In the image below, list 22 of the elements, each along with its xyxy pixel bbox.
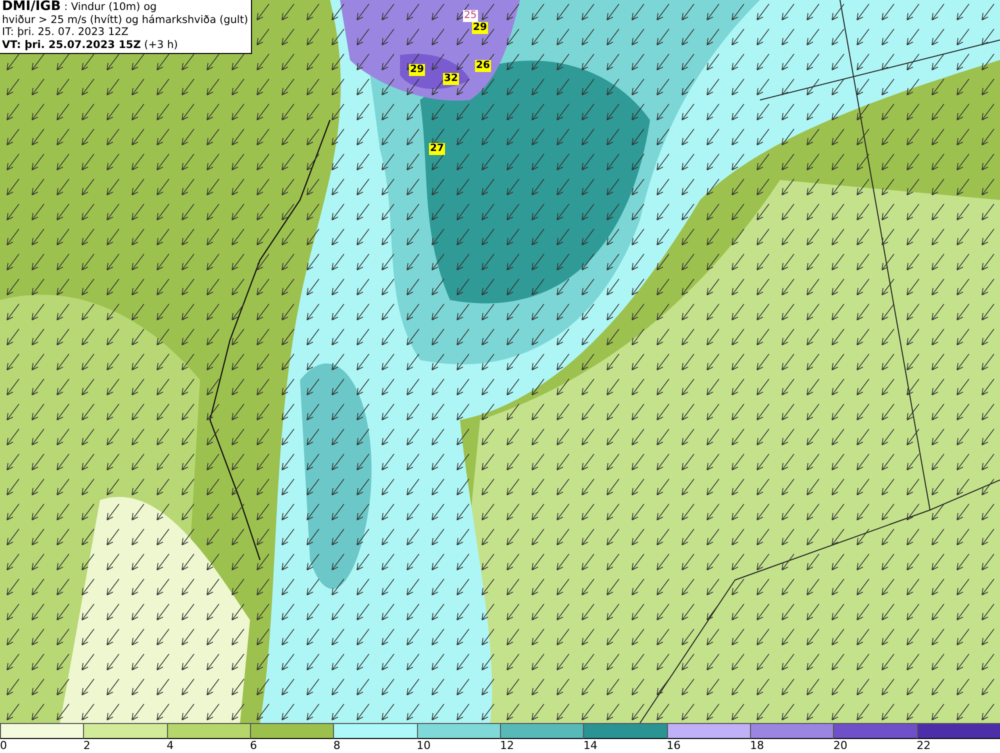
header-text: hviður > 25 m/s (hvítt) og hámarkshviða (gult) [2, 14, 248, 26]
legend-tick-label: 8 [333, 739, 340, 753]
valid-time: VT: þri. 25.07.2023 15Z (+3 h) [2, 38, 179, 51]
max-gust-label: 27 [429, 143, 445, 155]
legend-tick-label: 12 [500, 739, 514, 753]
max-gust-label: 32 [443, 73, 459, 85]
legend-tick-label: 14 [583, 739, 598, 753]
max-gust-label: 29 [409, 64, 425, 76]
legend-tick-label: 16 [666, 739, 681, 753]
legend-tick-label: 18 [750, 739, 764, 753]
legend-tick-label: 22 [916, 739, 931, 753]
legend-tick-label: 0 [0, 739, 7, 753]
header-text: IT: þri. 25. 07. 2023 12Z [2, 26, 130, 38]
legend-tick-label: 2 [83, 739, 90, 753]
max-gust-label: 26 [475, 60, 491, 72]
max-gust-label: 29 [472, 22, 488, 34]
legend-tick-label: 4 [166, 739, 174, 753]
legend-tick-label: 20 [833, 739, 848, 753]
legend-tick-label: 6 [250, 739, 257, 753]
legend-tick-label: 10 [416, 739, 431, 753]
header-title: DMI/IGB : Vindur (10m) og [2, 1, 158, 14]
gust-contour-label: 25 [463, 10, 478, 22]
